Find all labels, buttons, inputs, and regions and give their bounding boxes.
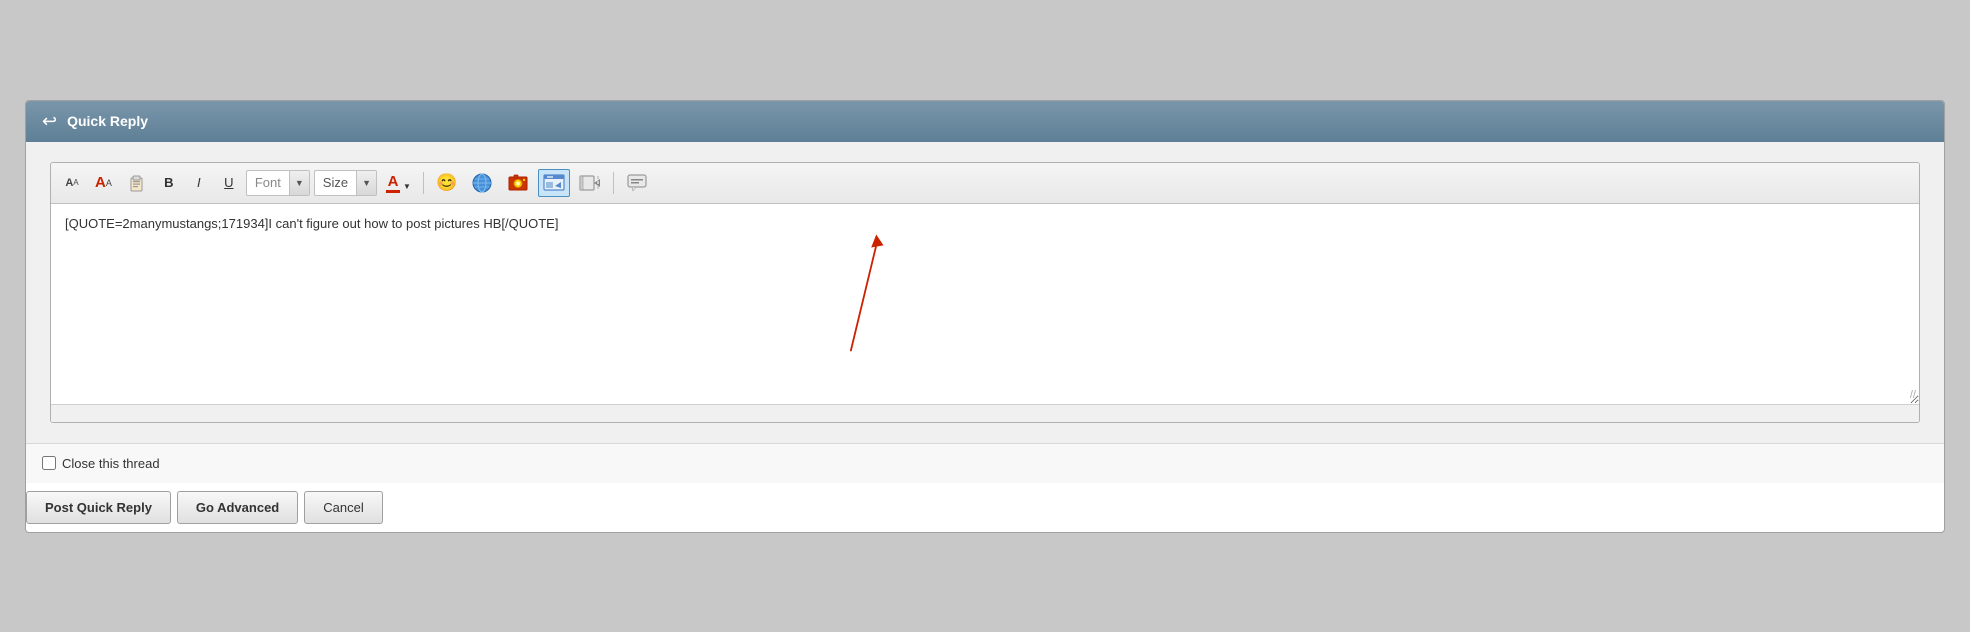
separator-2 xyxy=(613,172,614,194)
size-label: Size xyxy=(315,175,356,190)
size-selector[interactable]: Size ▼ xyxy=(314,170,377,196)
close-thread-label[interactable]: Close this thread xyxy=(42,456,160,471)
actions-bar: Post Quick Reply Go Advanced Cancel xyxy=(26,483,1944,532)
emoji-button[interactable]: 😊 xyxy=(431,170,462,196)
editor-wrapper: AA AA xyxy=(50,162,1920,423)
font-dropdown-arrow[interactable]: ▼ xyxy=(289,171,309,195)
close-thread-checkbox[interactable] xyxy=(42,456,56,470)
separator-1 xyxy=(423,172,424,194)
editor-toolbar: AA AA xyxy=(51,163,1919,204)
font-label: Font xyxy=(247,175,289,190)
insert-image-button[interactable] xyxy=(502,169,534,197)
go-advanced-button[interactable]: Go Advanced xyxy=(177,491,298,524)
color-button[interactable]: A ▼ xyxy=(381,170,416,196)
insert-link-button[interactable] xyxy=(466,169,498,197)
text-area-region: [QUOTE=2manymustangs;171934]I can't figu… xyxy=(51,204,1919,404)
panel-title: Quick Reply xyxy=(67,113,148,129)
font-selector[interactable]: Font ▼ xyxy=(246,170,310,196)
post-image-button[interactable] xyxy=(538,169,570,197)
quick-reply-panel: ↩ Quick Reply AA AA xyxy=(25,100,1945,533)
panel-header: ↩ Quick Reply xyxy=(26,101,1944,142)
font-size-increase-button[interactable]: AA xyxy=(89,170,118,196)
color-dropdown-arrow: ▼ xyxy=(403,182,411,191)
size-dropdown-arrow[interactable]: ▼ xyxy=(356,171,376,195)
font-size-decrease-button[interactable]: AA xyxy=(59,170,85,196)
insert-video-button[interactable] xyxy=(574,169,606,197)
quote-button[interactable] xyxy=(621,169,653,197)
editor-status-bar xyxy=(51,404,1919,422)
underline-button[interactable]: U xyxy=(216,170,242,196)
reply-textarea[interactable]: [QUOTE=2manymustangs;171934]I can't figu… xyxy=(51,204,1919,404)
color-letter: A xyxy=(388,173,399,190)
cancel-button[interactable]: Cancel xyxy=(304,491,382,524)
editor-outer: AA AA xyxy=(50,162,1920,423)
post-quick-reply-button[interactable]: Post Quick Reply xyxy=(26,491,171,524)
bold-button[interactable]: B xyxy=(156,170,182,196)
color-indicator xyxy=(386,190,400,193)
panel-footer: Close this thread xyxy=(26,443,1944,483)
back-icon: ↩ xyxy=(42,111,57,132)
paste-button[interactable] xyxy=(122,170,152,196)
italic-button[interactable]: I xyxy=(186,170,212,196)
panel-body: AA AA xyxy=(26,142,1944,443)
